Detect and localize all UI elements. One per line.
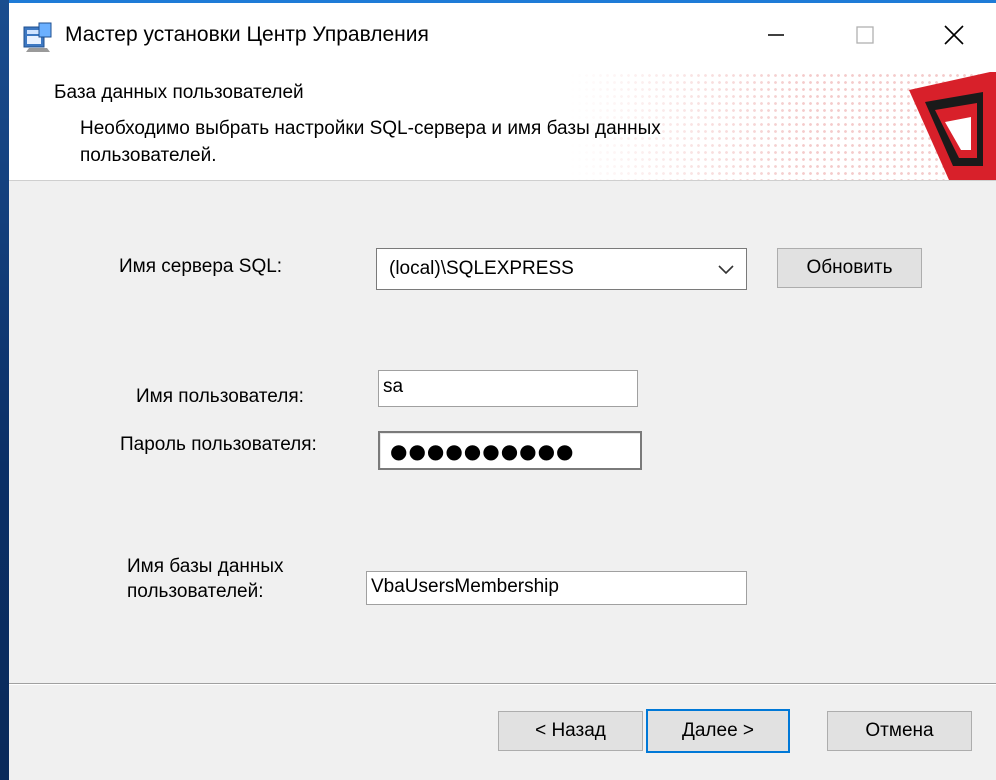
close-button[interactable] [910,6,996,64]
next-button[interactable]: Далее > [646,709,790,753]
sql-server-label: Имя сервера SQL: [119,256,283,277]
chevron-down-icon [718,265,734,275]
installer-icon [23,22,52,52]
password-field[interactable]: ●●●●●●●●●● [378,431,642,470]
sql-server-value: (local)\SQLEXPRESS [389,258,574,279]
footer-separator [9,683,996,685]
minimize-icon [768,34,784,36]
vba-logo [909,72,996,180]
desktop-background [0,0,9,780]
db-name-label-line2: пользователей: [127,581,264,602]
minimize-button[interactable] [732,6,820,64]
sql-server-select[interactable]: (local)\SQLEXPRESS [376,248,747,290]
password-label: Пароль пользователя: [120,434,317,455]
db-name-value: VbaUsersMembership [371,576,559,597]
page-subtitle: Необходимо выбрать настройки SQL-сервера… [80,118,661,166]
window-title: Мастер установки Центр Управления [65,23,429,46]
page-title: База данных пользователей [54,82,304,103]
username-field[interactable]: sa [378,370,638,407]
password-mask: ●●●●●●●●●● [390,439,575,463]
wizard-header: База данных пользователей Необходимо выб… [9,72,996,181]
username-value: sa [383,376,404,397]
installer-window: Мастер установки Центр Управления База д… [9,0,996,780]
db-name-field[interactable]: VbaUsersMembership [366,571,747,605]
db-name-label-line1: Имя базы данных [127,556,284,577]
username-label: Имя пользователя: [136,386,304,407]
refresh-button[interactable]: Обновить [777,248,922,288]
cancel-button[interactable]: Отмена [827,711,972,751]
title-bar: Мастер установки Центр Управления [9,0,996,72]
maximize-icon [856,26,874,44]
maximize-button[interactable] [821,6,909,64]
back-button[interactable]: < Назад [498,711,643,751]
close-icon [944,25,964,45]
